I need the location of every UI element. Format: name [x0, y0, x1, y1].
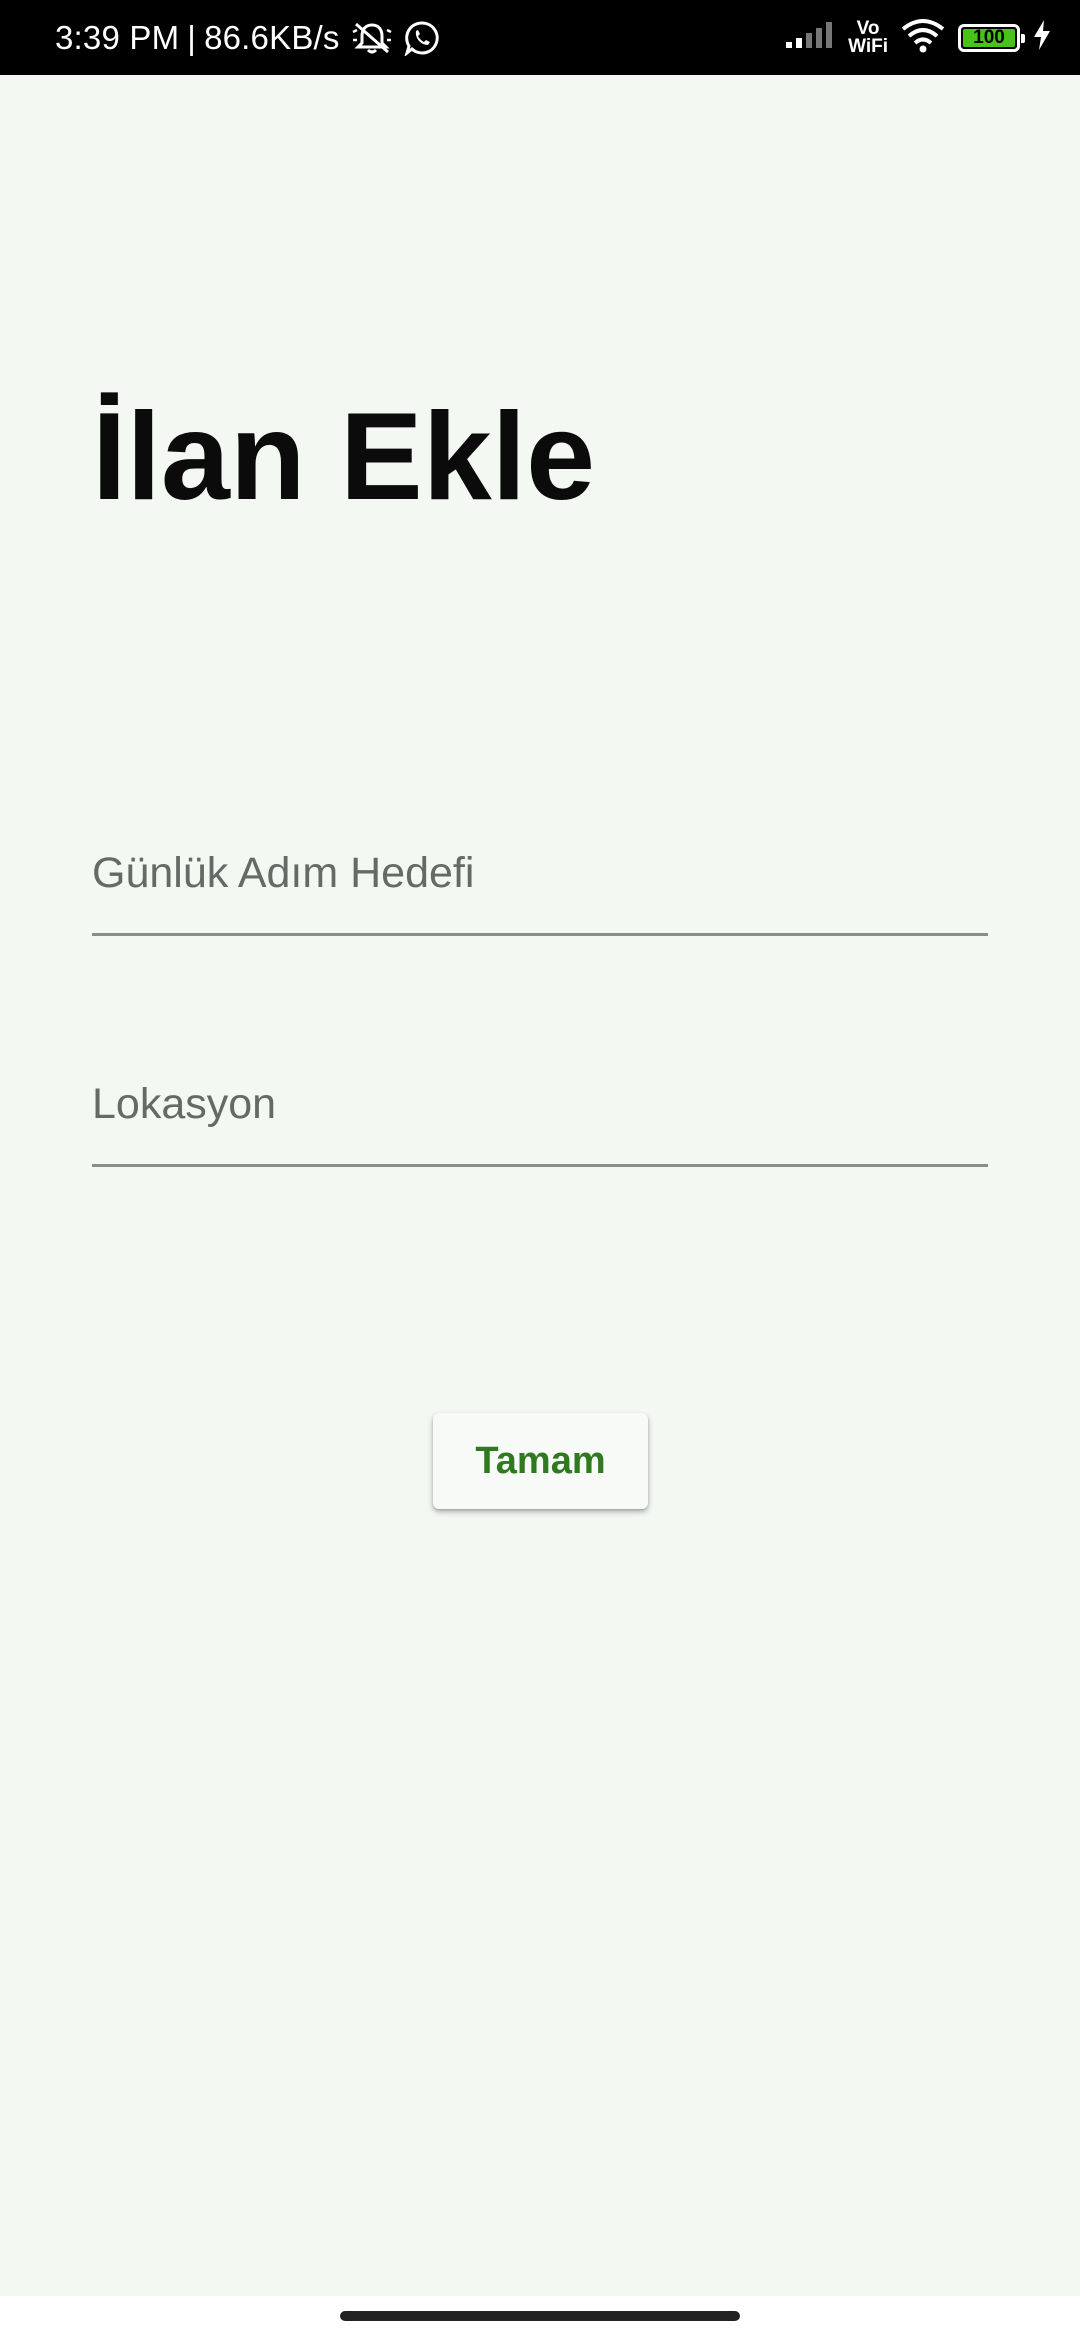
status-left: 3:39 PM | 86.6KB/s — [55, 0, 440, 75]
whatsapp-icon — [404, 20, 440, 56]
mute-notification-icon — [350, 20, 394, 56]
vo-label: Vo — [856, 17, 880, 39]
status-time: 3:39 PM — [55, 18, 180, 56]
home-indicator[interactable] — [340, 2311, 740, 2321]
location-input[interactable] — [92, 1069, 988, 1139]
page-title: İlan Ekle — [92, 388, 596, 526]
vowifi-icon: Vo WiFi — [848, 17, 888, 57]
signal-icon — [786, 20, 836, 55]
submit-button[interactable]: Tamam — [433, 1413, 648, 1509]
wifi-label: WiFi — [848, 35, 888, 57]
status-right: Vo WiFi 100 — [786, 0, 1052, 75]
battery-icon: 100 — [958, 23, 1025, 52]
status-bar: 3:39 PM | 86.6KB/s Vo WiFi 100 — [0, 0, 1080, 75]
daily-step-goal-input[interactable] — [92, 838, 988, 908]
network-speed: 86.6KB/s — [204, 18, 340, 56]
daily-step-goal-field[interactable] — [92, 818, 988, 936]
wifi-icon — [900, 17, 946, 58]
battery-level: 100 — [973, 26, 1005, 48]
status-separator: | — [187, 18, 197, 56]
location-field[interactable] — [92, 1049, 988, 1167]
charging-icon — [1032, 19, 1052, 56]
navigation-bar — [0, 2296, 1080, 2340]
